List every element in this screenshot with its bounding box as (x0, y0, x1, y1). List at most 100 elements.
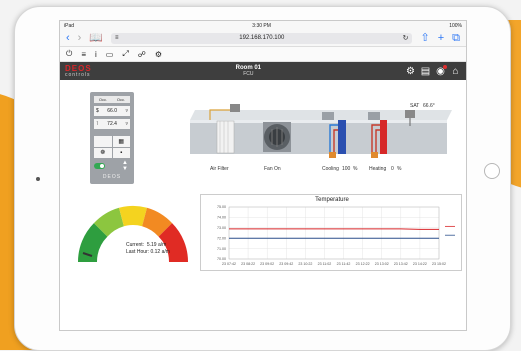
settings-icon[interactable]: ⚙ (405, 66, 416, 77)
chart-x-tick-label: 23 15:02 (432, 262, 446, 266)
current-label: Current: (126, 242, 145, 248)
chart-x-tick-label: 23 10:22 (298, 262, 312, 266)
gauge-widget (77, 205, 189, 262)
gear-icon[interactable]: ⚙ (155, 50, 162, 59)
chart-y-tick-label: 75.00 (217, 205, 226, 209)
browser-toolbar: ‹ › 📖 ≡ 192.168.170.100 ↻ ⇧ + ⧉ (60, 30, 466, 47)
info-icon[interactable]: i (95, 50, 97, 59)
home-icon[interactable]: ⌂ (450, 66, 461, 77)
cooling-valve (322, 112, 334, 120)
deos-logo: DEOS controls (65, 64, 92, 78)
chart-y-tick-label: 71.00 (217, 247, 226, 251)
chart-x-tick-label: 23 07:42 (222, 262, 236, 266)
last-hour-value: 0.12 a/m (150, 248, 170, 255)
fan-mode-icon[interactable]: ❁ (94, 147, 112, 158)
tablet-home-button[interactable] (484, 163, 500, 179)
air-filter-label: Air Filter (210, 166, 229, 172)
chart-x-tick-label: 23 12:22 (356, 262, 370, 266)
heating-valve (368, 112, 380, 120)
grid-icon[interactable]: ▦ (112, 136, 130, 147)
chart-x-tick-label: 23 09:02 (260, 262, 274, 266)
down-arrow-icon[interactable]: ▼ (122, 166, 128, 172)
sat-sensor (405, 110, 415, 118)
thermostat-buttons: ▦ ❁ ▪ (94, 136, 130, 158)
address-bar[interactable]: ≡ 192.168.170.100 ↻ (111, 32, 413, 44)
current-value: 5.19 a/m (146, 242, 167, 248)
link-icon[interactable]: ☍ (138, 50, 146, 59)
menu-icon[interactable]: ≡ (81, 50, 86, 59)
chart-x-tick-label: 23 11:42 (337, 262, 351, 266)
cooling-unit: % (353, 166, 358, 172)
chart-x-tick-label: 23 09:42 (279, 262, 293, 266)
heating-unit: % (397, 166, 402, 172)
chart-y-tick-label: 72.00 (217, 236, 226, 240)
chart-x-tick-label: 23 14:22 (413, 262, 427, 266)
gauge-segment-yellow (119, 205, 147, 227)
temperature-row[interactable]: ⊺ 72.4 ▿ (94, 119, 130, 129)
bookmarks-icon[interactable]: 📖 (89, 32, 103, 44)
heating-valve-body (371, 152, 378, 158)
cooling-value: 100 (342, 166, 351, 172)
chart-y-tick-label: 74.00 (217, 216, 226, 220)
cooling-label: Cooling (322, 166, 339, 172)
share-icon[interactable]: ⇧ (420, 32, 429, 44)
sat-value: 66.6° (423, 103, 435, 109)
carrier-label: iPad (64, 22, 75, 29)
tablet-camera (36, 177, 40, 181)
temperature-chart: 23 07:42 23 08:22 23 09:02 23 09:42 23 10:22… (217, 205, 455, 266)
room-subtitle: FCU (243, 70, 254, 77)
chart-y-tick-label: 70.00 (217, 257, 226, 261)
temperature-chart-panel: Temperature 23 07:42 23 08:22 23 09:02 23 0… (200, 194, 462, 271)
heating-coil (380, 120, 387, 154)
battery-label: 100% (449, 22, 462, 29)
monitor-icon[interactable]: ▭ (106, 50, 114, 59)
setpoint-row[interactable]: $ 66.0 ▿ (94, 106, 130, 116)
temperature-adjust-icon[interactable]: ▿ (125, 121, 128, 127)
thermostat-brand: DEOS (102, 174, 122, 180)
chart-x-tick-label: 23 13:42 (394, 262, 408, 266)
chart-x-tick-label: 23 08:22 (241, 262, 255, 266)
thermostat-mode-row: Occ. Occ. (94, 96, 130, 103)
setpoint-adjust-icon[interactable]: ▿ (125, 108, 128, 114)
sat-label: SAT (410, 103, 419, 109)
clock: 3:30 PM (252, 22, 271, 29)
heating-label: Heating (369, 166, 386, 172)
logo-bottom: controls (65, 71, 91, 78)
new-tab-icon[interactable]: + (438, 32, 444, 44)
setpoint-value: 66.0 (107, 108, 117, 114)
stats-icon[interactable]: ▤ (420, 66, 431, 77)
expand-icon[interactable]: ⤢ (122, 49, 128, 59)
gauge-readout: Current: 5.19 a/m Last Hour: 0.12 a/m (126, 242, 170, 256)
forward-icon[interactable]: › (78, 32, 82, 44)
fan-label: Fan On (264, 166, 281, 172)
cooling-coil (338, 120, 346, 154)
heating-value: 0 (391, 166, 394, 172)
room-title-block: Room 01 FCU (236, 65, 261, 77)
reader-icon[interactable]: ≡ (115, 35, 119, 41)
thermostat-widget[interactable]: Occ. Occ. $ 66.0 ▿ ⊺ 72.4 ▿ ▦ ❁ ▪ ▲ ▼ DE… (90, 92, 134, 184)
tablet-screen: iPad 3:30 PM 100% ‹ › 📖 ≡ 192.168.170.10… (59, 20, 467, 331)
up-down-arrows[interactable]: ▲ ▼ (122, 160, 128, 172)
schedule-icon[interactable]: ▪ (112, 147, 130, 158)
setpoint-icon: $ (96, 108, 99, 114)
thermostat-mode-left[interactable]: Occ. (99, 97, 107, 102)
thermometer-icon: ⊺ (96, 121, 99, 127)
power-icon[interactable]: ⏻ (66, 49, 72, 59)
url-text: 192.168.170.100 (239, 35, 285, 41)
chart-x-tick-label: 23 13:02 (375, 262, 389, 266)
last-hour-label: Last Hour: (126, 248, 150, 255)
blank-button[interactable] (94, 136, 112, 147)
app-header: DEOS controls Room 01 FCU ⚙ ▤ ◉ ⌂ (60, 62, 466, 80)
tabs-icon[interactable]: ⧉ (452, 32, 460, 44)
chart-series-line (229, 228, 439, 230)
ios-status-bar: iPad 3:30 PM 100% (60, 21, 466, 30)
power-toggle[interactable] (94, 163, 105, 169)
reload-icon[interactable]: ↻ (403, 34, 409, 42)
cooling-valve-body (329, 152, 336, 158)
chart-plot-area (228, 206, 440, 260)
app-toolbar: ⏻ ≡ i ▭ ⤢ ☍ ⚙ (60, 47, 466, 62)
thermostat-mode-right[interactable]: Occ. (117, 97, 125, 102)
alarm-icon[interactable]: ◉ (435, 64, 447, 77)
back-icon[interactable]: ‹ (66, 32, 70, 44)
air-filter (216, 120, 235, 154)
